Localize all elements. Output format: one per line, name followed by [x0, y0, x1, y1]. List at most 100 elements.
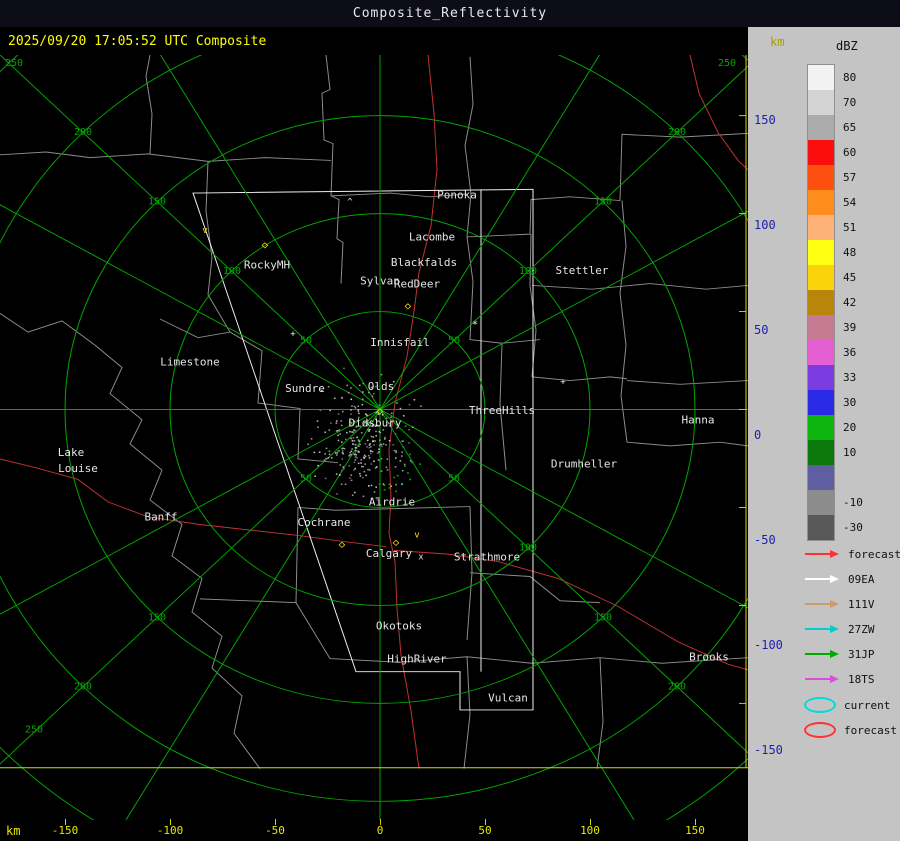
legend-vector-row: 18TS	[804, 672, 875, 686]
station-marker: ◇	[405, 299, 412, 312]
station-marker: ^	[347, 198, 352, 208]
place-label: Airdrie	[369, 496, 415, 509]
right-axis-label: 150	[754, 113, 776, 127]
bottom-axis-tick	[275, 819, 276, 825]
range-ring-label: 100	[223, 267, 241, 278]
range-ring-label: 200	[74, 682, 92, 693]
legend-vector-label: 31JP	[848, 647, 875, 661]
dbz-scale-value: 48	[843, 246, 857, 259]
dbz-scale-value: 60	[843, 146, 857, 159]
legend-ellipse-label: current	[844, 698, 891, 712]
bottom-axis-unit: km	[6, 824, 21, 838]
range-ring-label: 250	[718, 58, 736, 69]
vector-arrow-icon	[805, 600, 839, 608]
dbz-scale-value: 70	[843, 96, 857, 109]
place-label: Didsbury	[349, 417, 402, 430]
dbz-scale-value: 51	[843, 221, 857, 234]
dbz-scale-cell	[808, 265, 834, 290]
place-label: Cochrane	[298, 516, 351, 529]
legend-ellipse-row: forecast	[804, 722, 897, 738]
dbz-scale-value: -10	[843, 496, 863, 509]
storm-ellipse-icon	[804, 722, 836, 738]
legend-vector-row: 31JP	[804, 647, 875, 661]
dbz-scale-value: 33	[843, 371, 857, 384]
station-marker: ◇	[377, 405, 384, 418]
bottom-axis-label: -100	[156, 824, 184, 837]
place-label: Louise	[58, 462, 98, 475]
range-ring-label: 200	[668, 128, 686, 139]
dbz-scale-value: 45	[843, 271, 857, 284]
place-label: Strathmore	[454, 551, 520, 564]
range-ring-label: 100	[519, 267, 537, 278]
range-ring-label: 50	[448, 336, 460, 347]
place-label: Sundre	[285, 382, 325, 395]
bottom-axis-tick	[590, 819, 591, 825]
legend-vector-label: 09EA	[848, 572, 875, 586]
timestamp-text: 2025/09/20 17:05:52 UTC Composite	[8, 34, 267, 49]
range-ring-label: 150	[594, 613, 612, 624]
bottom-axis-label: 150	[685, 824, 705, 837]
bottom-axis-tick	[65, 819, 66, 825]
station-marker: x	[418, 553, 423, 563]
place-label: Ponoka	[437, 189, 477, 202]
place-label: Vulcan	[488, 692, 528, 705]
dbz-scale-cell	[808, 190, 834, 215]
dbz-scale-value: 54	[843, 196, 857, 209]
place-label: Innisfail	[370, 336, 430, 349]
dbz-scale-cell	[808, 465, 834, 490]
dbz-scale-value: 80	[843, 71, 857, 84]
vector-arrow-icon	[805, 625, 839, 633]
window-title: Composite_Reflectivity	[352, 6, 548, 21]
legend-ellipse-row: current	[804, 697, 891, 713]
place-label: Hanna	[681, 414, 714, 427]
legend-vector-row: 27ZW	[804, 622, 875, 636]
right-axis-label: -100	[754, 638, 783, 652]
place-label: Sylvan	[360, 275, 400, 288]
station-marker: +	[560, 378, 565, 388]
county-boundaries	[0, 55, 748, 769]
dbz-scale-value: 10	[843, 446, 857, 459]
vector-arrow-icon	[805, 550, 839, 558]
storm-ellipse-icon	[804, 697, 836, 713]
station-marker: v	[202, 226, 207, 236]
dbz-scale-value: 20	[843, 421, 857, 434]
range-ring-label: 200	[668, 682, 686, 693]
dbz-scale-value: 36	[843, 346, 857, 359]
dbz-scale-cell	[808, 65, 834, 90]
place-label: ThreeHills	[469, 405, 535, 418]
dbz-scale-value: 42	[843, 296, 857, 309]
right-axis-unit: km	[770, 35, 785, 49]
legend-vector-label: 18TS	[848, 672, 875, 686]
dbz-scale-cell	[808, 140, 834, 165]
station-marker: ◇	[393, 536, 400, 549]
right-axis-label: -150	[754, 743, 783, 757]
place-label: RockyMH	[244, 259, 290, 272]
dbz-scale-cell	[808, 490, 834, 515]
place-label: Blackfalds	[391, 256, 457, 269]
legend-vector-row: 111V	[804, 597, 875, 611]
legend-vector-label: forecast	[848, 547, 900, 561]
range-ring-label: 250	[5, 58, 23, 69]
dbz-scale-value: -30	[843, 521, 863, 534]
place-label: Lacombe	[409, 231, 455, 244]
dbz-scale-value: 30	[843, 396, 857, 409]
place-label: Olds	[368, 380, 394, 393]
dbz-scale-value: 65	[843, 121, 857, 134]
dbz-scale-title: dBZ	[836, 39, 858, 53]
map-canvas[interactable]: 50 100 150 200 250 50 100 150 200 250 50 150 200 250 5…	[0, 55, 748, 820]
dbz-scale-cell	[808, 515, 834, 540]
station-marker: *	[472, 320, 478, 331]
place-labels: Ponoka Lacombe Blackfalds RedDeerSylvan Rock…	[58, 189, 729, 704]
place-label: Drumheller	[551, 458, 617, 471]
place-label: Lake	[58, 447, 84, 460]
legend-sidebar: km dBZ 80 70 65 60 57 54 51 48 45 42 39 36 33 30 20 10 -…	[748, 27, 900, 841]
dbz-scale-cell	[808, 215, 834, 240]
legend-vector-label: 111V	[848, 597, 875, 611]
window-titlebar: Composite_Reflectivity	[0, 0, 900, 27]
dbz-scale-cell	[808, 365, 834, 390]
range-ring-label: 50	[448, 474, 460, 485]
dbz-scale-cell	[808, 240, 834, 265]
dbz-scale-cell	[808, 440, 834, 465]
dbz-scale-cell	[808, 115, 834, 140]
dbz-scale-cell	[808, 340, 834, 365]
